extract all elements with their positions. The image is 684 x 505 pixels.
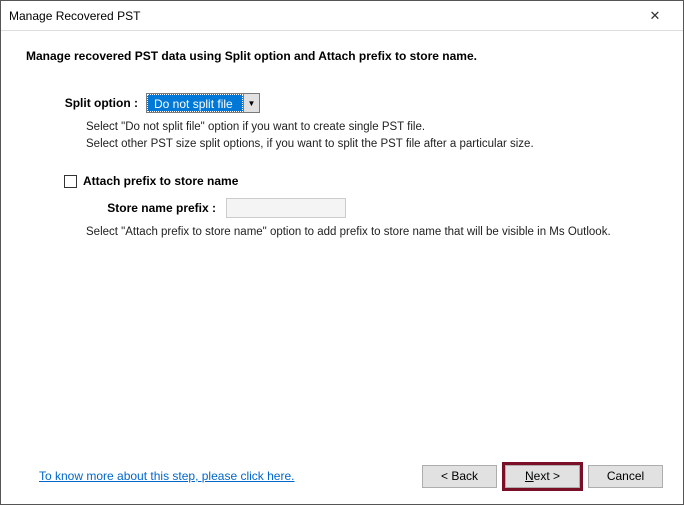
close-icon[interactable]: ✕ — [635, 2, 675, 30]
prefix-checkbox-label: Attach prefix to store name — [83, 174, 238, 188]
split-option-label: Split option : — [26, 96, 146, 110]
prefix-input[interactable] — [226, 198, 346, 218]
prefix-checkbox[interactable] — [64, 175, 77, 188]
titlebar: Manage Recovered PST ✕ — [1, 1, 683, 31]
prefix-checkbox-row: Attach prefix to store name — [64, 174, 658, 188]
split-option-combo[interactable]: Do not split file ▼ — [146, 93, 260, 113]
dialog-window: Manage Recovered PST ✕ Manage recovered … — [0, 0, 684, 505]
split-help-text: Select "Do not split file" option if you… — [86, 119, 658, 152]
dialog-content: Manage recovered PST data using Split op… — [1, 31, 683, 456]
next-button[interactable]: Next > — [505, 465, 580, 488]
cancel-button[interactable]: Cancel — [588, 465, 663, 488]
split-option-value: Do not split file — [147, 94, 243, 112]
split-help-line2: Select other PST size split options, if … — [86, 138, 534, 150]
prefix-help-text: Select "Attach prefix to store name" opt… — [86, 226, 658, 238]
dialog-footer: To know more about this step, please cli… — [1, 456, 683, 504]
prefix-field-label: Store name prefix : — [86, 201, 226, 215]
window-title: Manage Recovered PST — [9, 9, 635, 23]
chevron-down-icon[interactable]: ▼ — [243, 94, 259, 112]
back-button[interactable]: < Back — [422, 465, 497, 488]
prefix-field-row: Store name prefix : — [86, 198, 658, 218]
page-heading: Manage recovered PST data using Split op… — [26, 49, 658, 63]
learn-more-link[interactable]: To know more about this step, please cli… — [39, 469, 294, 483]
split-option-row: Split option : Do not split file ▼ — [26, 93, 658, 113]
split-help-line1: Select "Do not split file" option if you… — [86, 121, 425, 133]
